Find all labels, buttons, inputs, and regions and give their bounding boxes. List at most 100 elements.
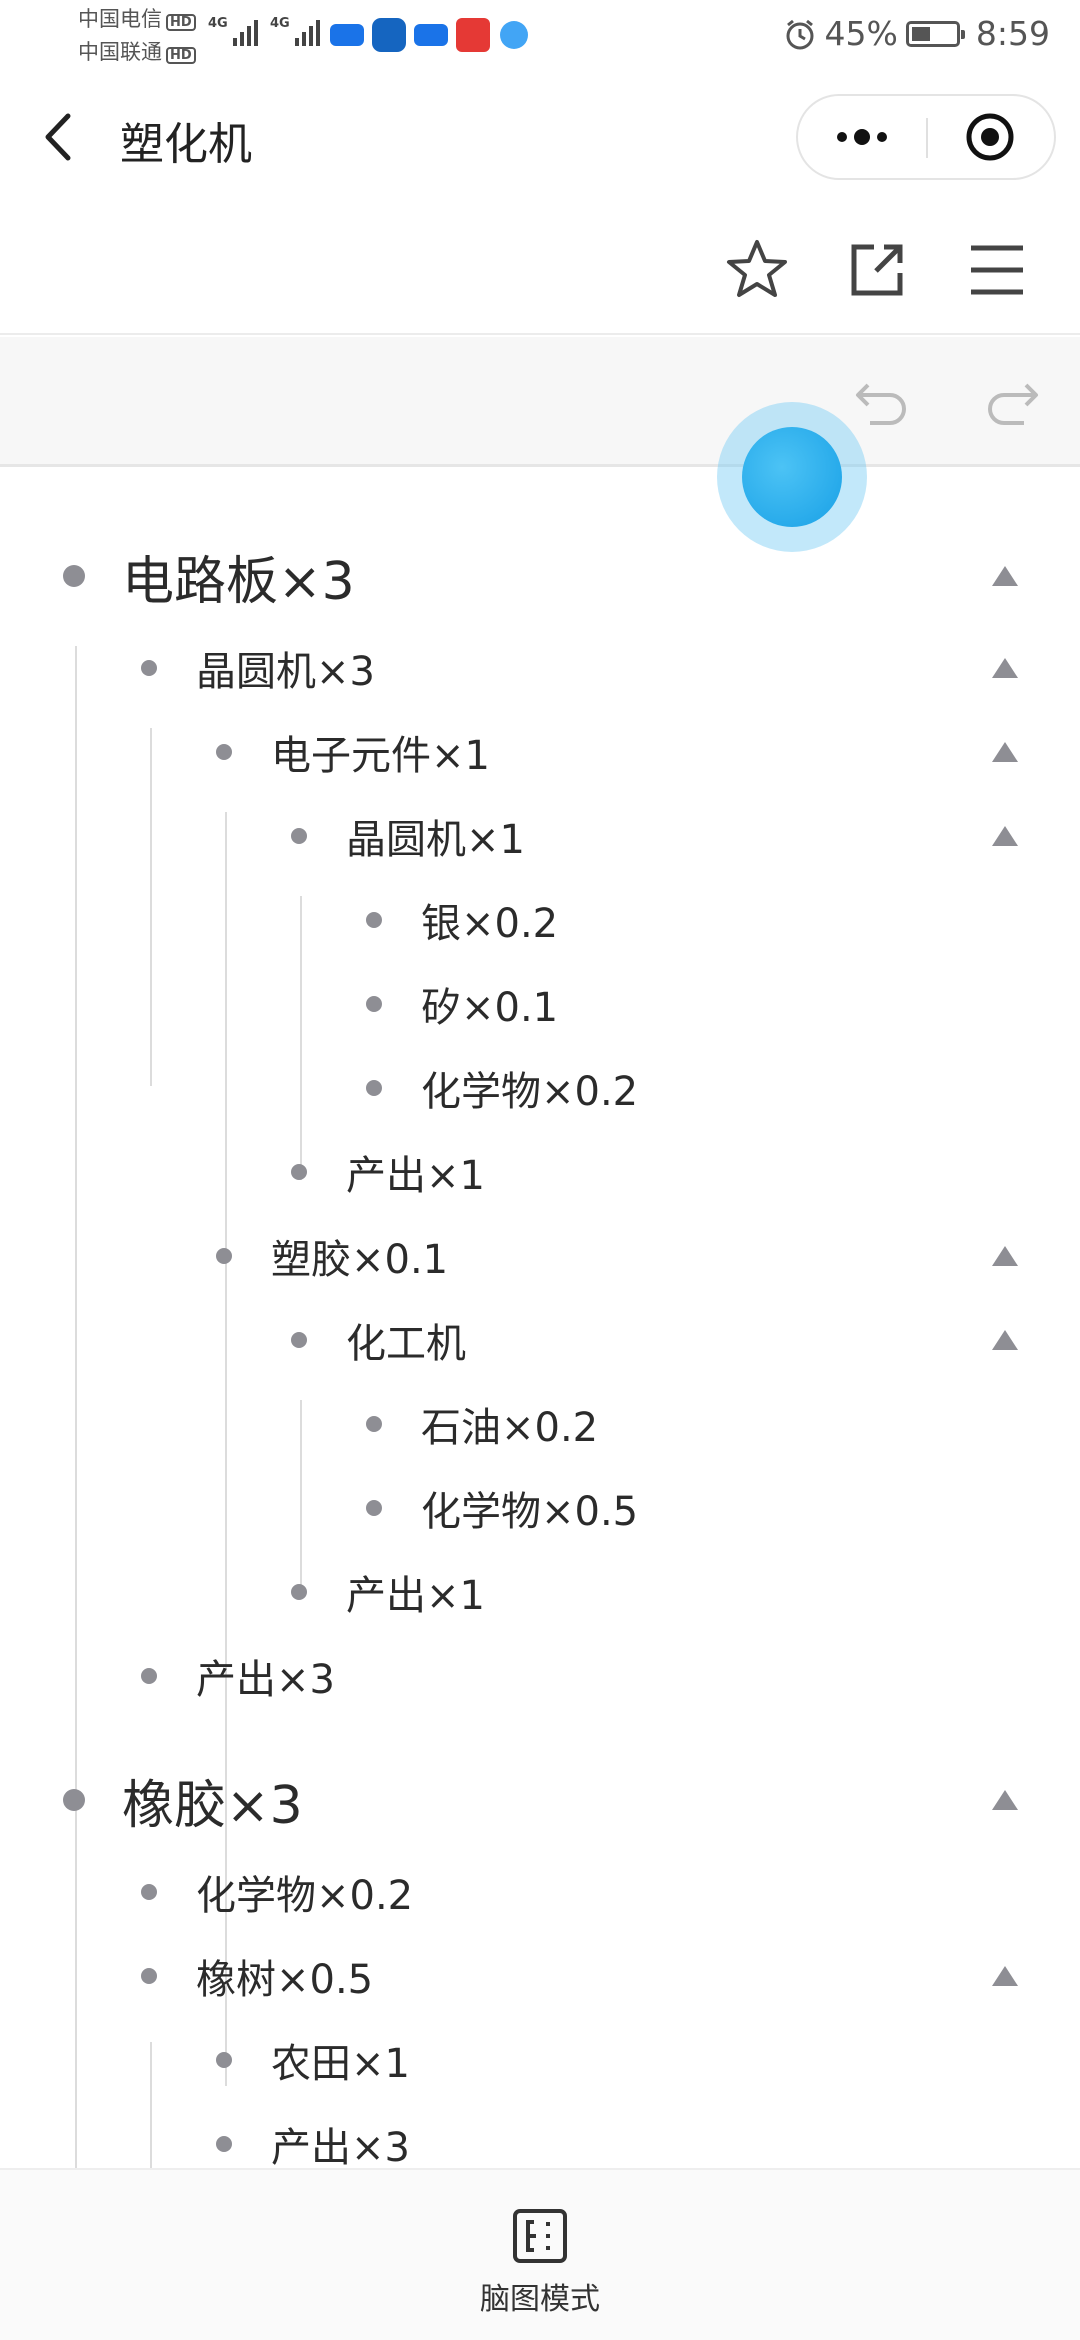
hd-badge: HD: [166, 47, 196, 64]
node-label: 化学物×0.5: [421, 1489, 639, 1535]
signal-2-icon: 4G: [270, 16, 320, 46]
carrier-1-name: 中国电信: [78, 7, 162, 31]
node-label: 橡胶×3: [122, 1775, 303, 1836]
outline-node[interactable]: 化工机: [0, 1310, 1080, 1370]
node-bullet[interactable]: [291, 1584, 307, 1600]
node-label: 塑胶×0.1: [271, 1237, 449, 1283]
outline-node[interactable]: 石油×0.2: [0, 1394, 1080, 1454]
collapse-toggle-icon[interactable]: [992, 1966, 1018, 1986]
node-bullet[interactable]: [291, 1332, 307, 1348]
outline-node[interactable]: 橡树×0.5: [0, 1946, 1080, 2006]
collapse-toggle-icon[interactable]: [992, 1246, 1018, 1266]
outline-node[interactable]: 橡胶×3: [0, 1770, 1080, 1836]
outline-node[interactable]: 银×0.2: [0, 890, 1080, 950]
node-bullet[interactable]: [141, 1884, 157, 1900]
toolbar: [0, 205, 1080, 335]
undo-redo-bar: [0, 337, 1080, 467]
node-label: 化学物×0.2: [196, 1873, 414, 1919]
node-bullet[interactable]: [141, 1668, 157, 1684]
menu-button[interactable]: [962, 235, 1032, 305]
alarm-icon: [786, 19, 814, 49]
redo-button[interactable]: [982, 373, 1042, 433]
signal-1-icon: 4G: [208, 16, 258, 46]
close-mini-program-button[interactable]: [926, 96, 1054, 178]
bulb-app-icon: [372, 18, 406, 52]
node-bullet[interactable]: [141, 1968, 157, 1984]
outline-node[interactable]: 晶圆机×1: [0, 806, 1080, 866]
bottom-bar: 脑图模式: [0, 2168, 1080, 2340]
collapse-toggle-icon[interactable]: [992, 826, 1018, 846]
undo-button[interactable]: [852, 373, 912, 433]
node-label: 农田×1: [271, 2041, 410, 2087]
share-icon: [851, 244, 903, 296]
outline-node[interactable]: 晶圆机×3: [0, 638, 1080, 698]
node-bullet[interactable]: [291, 828, 307, 844]
node-label: 银×0.2: [421, 901, 559, 947]
outline-tree: 电路板×3 晶圆机×3 电子元件×1 晶圆机×1 银×0.2 矽×0.1 化学物…: [0, 470, 1080, 2170]
back-button[interactable]: [40, 110, 80, 164]
mindmap-mode-label: 脑图模式: [480, 2282, 600, 2317]
node-label: 化学物×0.2: [421, 1069, 639, 1115]
app-notification-icon: [330, 24, 364, 46]
node-bullet[interactable]: [63, 565, 85, 587]
collapse-toggle-icon[interactable]: [992, 1790, 1018, 1810]
outline-node[interactable]: 产出×3: [0, 2114, 1080, 2170]
node-label: 产出×3: [196, 1657, 335, 1703]
node-bullet[interactable]: [366, 996, 382, 1012]
clock-time: 8:59: [975, 14, 1050, 53]
favorite-button[interactable]: [722, 235, 792, 305]
browser-app-icon: [500, 21, 528, 49]
target-close-icon: [966, 113, 1014, 161]
battery-percent: 45%: [824, 14, 898, 53]
more-button[interactable]: [798, 96, 926, 178]
undo-icon: [856, 383, 906, 425]
network-1-type: 4G: [208, 16, 228, 31]
node-bullet[interactable]: [366, 912, 382, 928]
node-label: 化工机: [346, 1321, 466, 1367]
share-button[interactable]: [842, 235, 912, 305]
collapse-toggle-icon[interactable]: [992, 658, 1018, 678]
floating-assistant-button[interactable]: [717, 402, 867, 552]
outline-node[interactable]: 化学物×0.5: [0, 1478, 1080, 1538]
app-notification-icon: [414, 24, 448, 46]
outline-node[interactable]: 矽×0.1: [0, 974, 1080, 1034]
node-bullet[interactable]: [216, 1248, 232, 1264]
node-bullet[interactable]: [141, 660, 157, 676]
outline-node[interactable]: 产出×3: [0, 1646, 1080, 1706]
floating-bubble-icon: [742, 427, 842, 527]
node-bullet[interactable]: [63, 1789, 85, 1811]
title-bar: 塑化机: [0, 70, 1080, 205]
collapse-toggle-icon[interactable]: [992, 566, 1018, 586]
outline-node[interactable]: 电子元件×1: [0, 722, 1080, 782]
node-label: 产出×1: [346, 1573, 485, 1619]
more-dots-icon: [837, 129, 887, 145]
outline-node[interactable]: 化学物×0.2: [0, 1058, 1080, 1118]
back-arrow-icon: [45, 113, 71, 161]
outline-node[interactable]: 产出×1: [0, 1562, 1080, 1622]
outline-node[interactable]: 化学物×0.2: [0, 1862, 1080, 1922]
carrier-2-name: 中国联通: [78, 40, 162, 64]
red-app-icon: [456, 18, 490, 52]
node-label: 矽×0.1: [421, 985, 559, 1031]
outline-node[interactable]: 产出×1: [0, 1142, 1080, 1202]
carrier-2: 中国联通 HD: [78, 42, 196, 64]
collapse-toggle-icon[interactable]: [992, 1330, 1018, 1350]
page-title: 塑化机: [120, 119, 252, 170]
outline-node[interactable]: 农田×1: [0, 2030, 1080, 2090]
node-bullet[interactable]: [366, 1416, 382, 1432]
node-label: 电子元件×1: [271, 733, 490, 779]
node-label: 产出×3: [271, 2125, 410, 2170]
outline-node[interactable]: 电路板×3: [0, 546, 1080, 612]
outline-node[interactable]: 塑胶×0.1: [0, 1226, 1080, 1286]
node-bullet[interactable]: [216, 2052, 232, 2068]
mindmap-mode-button[interactable]: 脑图模式: [470, 2208, 610, 2318]
node-bullet[interactable]: [366, 1500, 382, 1516]
node-bullet[interactable]: [366, 1080, 382, 1096]
node-bullet[interactable]: [291, 1164, 307, 1180]
node-label: 石油×0.2: [421, 1405, 599, 1451]
node-bullet[interactable]: [216, 744, 232, 760]
hd-badge: HD: [166, 14, 196, 31]
node-bullet[interactable]: [216, 2136, 232, 2152]
collapse-toggle-icon[interactable]: [992, 742, 1018, 762]
status-bar: 中国电信 HD 中国联通 HD 4G 4G 45% 8:59: [0, 0, 1080, 70]
